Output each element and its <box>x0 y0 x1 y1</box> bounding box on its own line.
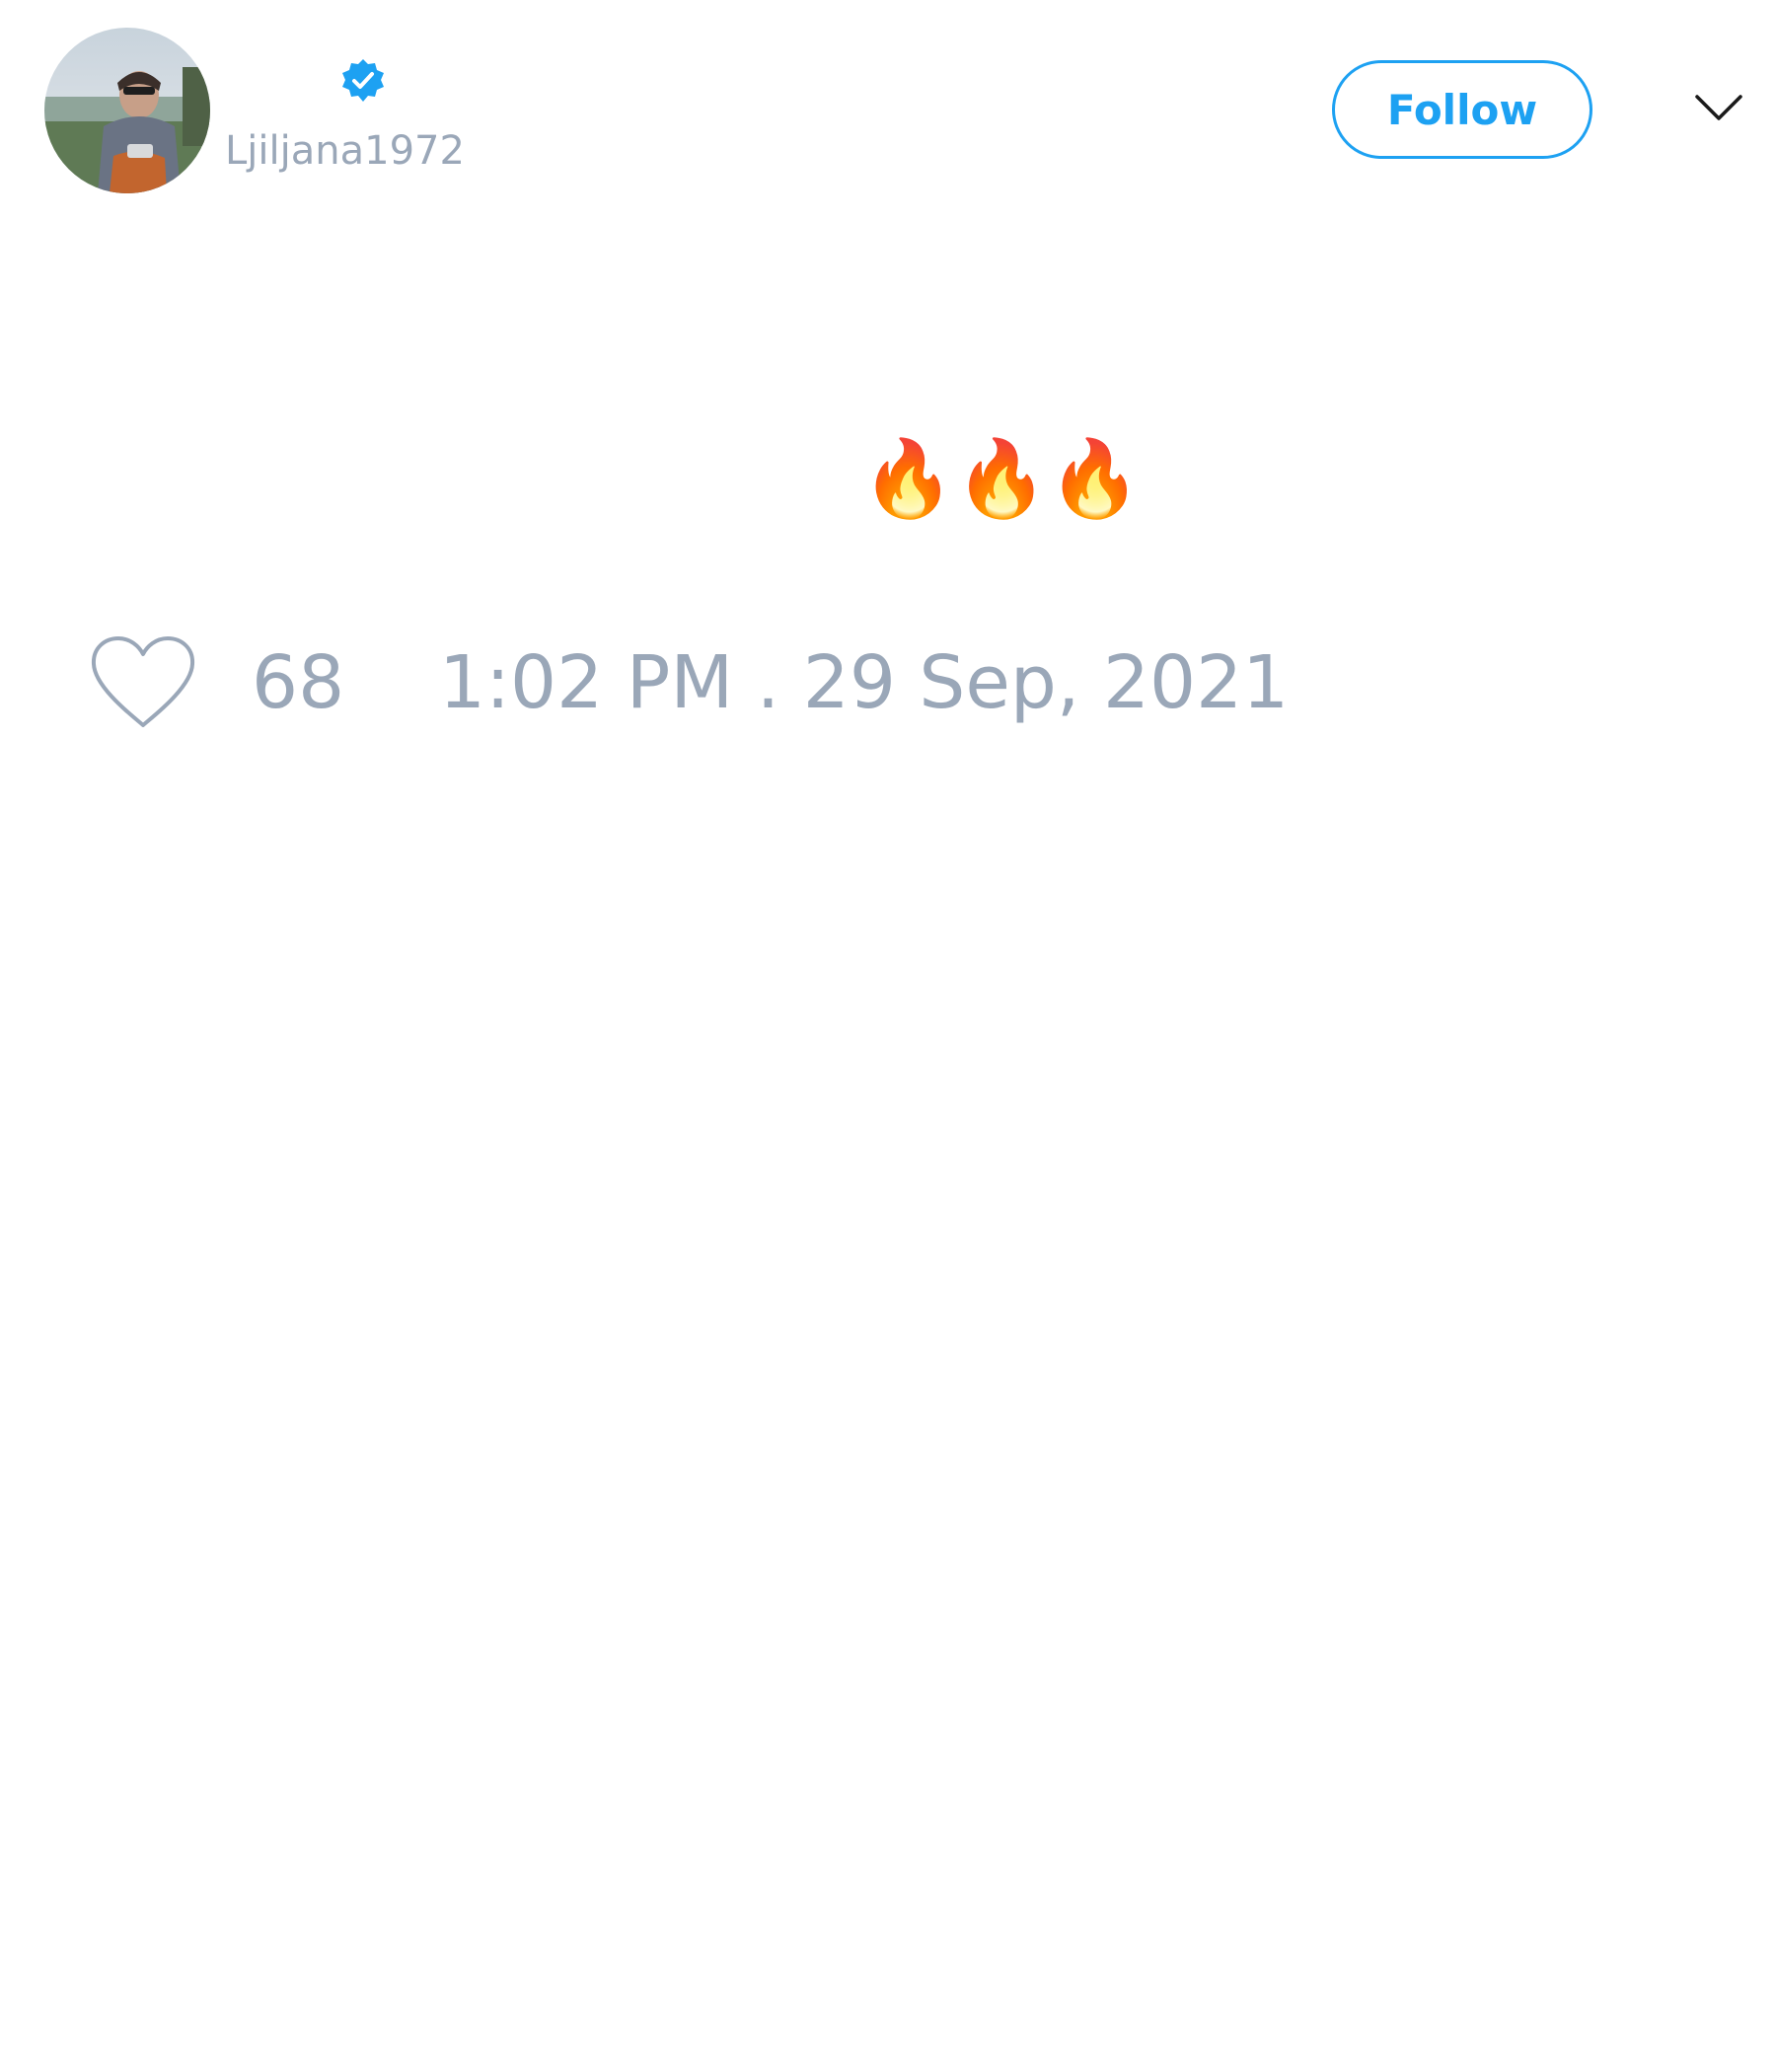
tweet-card: Ljiljana1972 Follow 🔥🔥🔥 68 1:02 PM . 29 … <box>0 0 1776 2072</box>
avatar-photo-icon <box>44 28 210 193</box>
author-handle[interactable]: Ljiljana1972 <box>225 126 465 176</box>
follow-button[interactable]: Follow <box>1332 60 1592 159</box>
tweet-text: 🔥🔥🔥 <box>861 434 1142 522</box>
like-count: 68 <box>252 640 345 725</box>
chevron-down-icon[interactable] <box>1694 91 1743 126</box>
author-avatar[interactable] <box>44 28 210 193</box>
heart-icon[interactable] <box>89 634 197 731</box>
tweet-timestamp[interactable]: 1:02 PM . 29 Sep, 2021 <box>439 639 1289 726</box>
verified-badge-icon <box>342 59 384 102</box>
